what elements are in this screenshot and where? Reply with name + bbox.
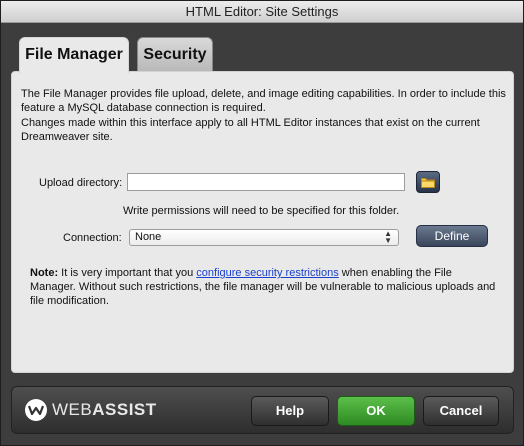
connection-label: Connection: <box>63 232 122 244</box>
updown-arrows-icon: ▲ ▼ <box>384 229 392 245</box>
configure-security-link[interactable]: configure security restrictions <box>196 267 338 279</box>
intro-text-2: Changes made within this interface apply… <box>21 117 480 143</box>
tab-security[interactable]: Security <box>137 37 213 71</box>
connection-selected-value: None <box>135 231 162 243</box>
security-note: Note: It is very important that you conf… <box>30 266 500 308</box>
connection-select[interactable]: None ▲ ▼ <box>129 229 399 246</box>
webassist-logo-icon <box>25 399 47 421</box>
permissions-note: Write permissions will need to be specif… <box>123 205 400 217</box>
define-button[interactable]: Define <box>416 225 488 247</box>
cancel-button[interactable]: Cancel <box>423 396 499 426</box>
note-prefix: Note: <box>30 267 59 279</box>
webassist-wordmark: WEBASSIST <box>52 400 157 420</box>
upload-directory-input[interactable] <box>127 173 405 191</box>
ok-button[interactable]: OK <box>337 396 415 426</box>
intro-text: The File Manager provides file upload, d… <box>21 88 506 114</box>
settings-window: HTML Editor: Site Settings File Manager … <box>0 0 524 446</box>
upload-directory-label: Upload directory: <box>39 177 123 189</box>
brand-web: WEB <box>52 400 93 419</box>
browse-folder-button[interactable] <box>416 171 440 193</box>
tab-file-manager[interactable]: File Manager <box>19 37 129 73</box>
help-button[interactable]: Help <box>251 396 329 426</box>
window-title: HTML Editor: Site Settings <box>1 1 523 23</box>
note-text-before-link: It is very important that you <box>58 267 197 279</box>
brand-assist: ASSIST <box>92 400 157 419</box>
folder-icon <box>421 177 435 188</box>
